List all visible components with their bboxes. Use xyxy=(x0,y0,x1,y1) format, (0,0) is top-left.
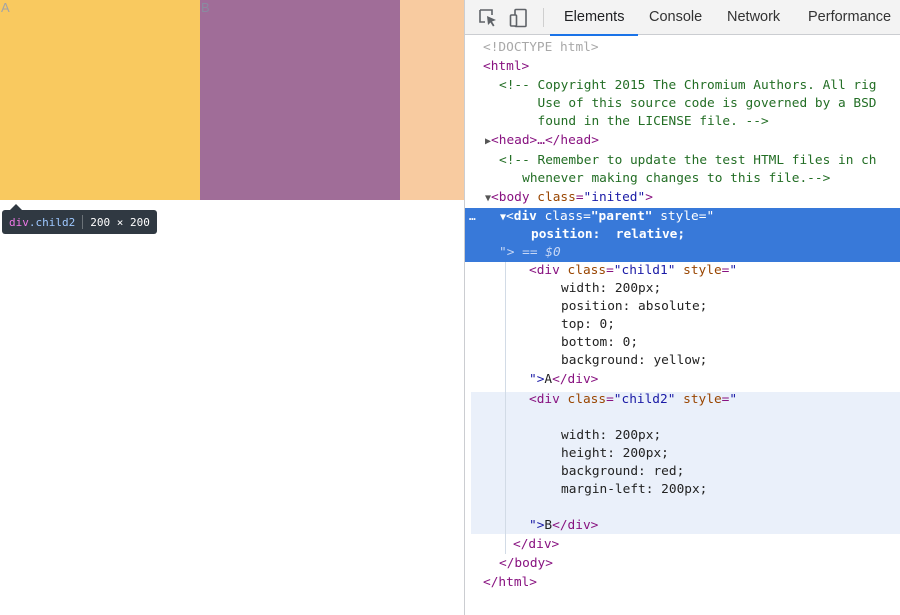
tooltip-divider xyxy=(82,215,84,229)
page-viewport: A B div .child2 200 × 200 xyxy=(0,0,465,615)
tree-comment-remember-2: whenever making changes to this file.--> xyxy=(499,171,831,186)
tree-parent-close: "> == $0 xyxy=(499,245,561,260)
tooltip-arrow xyxy=(10,204,22,210)
more-options-icon[interactable]: … xyxy=(469,208,477,226)
inspect-tooltip: div .child2 200 × 200 xyxy=(2,204,157,234)
child2-box: B xyxy=(200,0,400,200)
tree-doctype[interactable]: <!DOCTYPE html> xyxy=(465,39,900,57)
tree-html-close[interactable]: </html> xyxy=(465,574,900,592)
tree-body-close[interactable]: </body> xyxy=(465,555,900,573)
tree-body-open[interactable]: ▼<body class="inited"> xyxy=(465,189,900,207)
child1-box: A xyxy=(0,0,200,200)
tree-html-open[interactable]: <html> xyxy=(465,58,900,76)
tab-elements[interactable]: Elements xyxy=(549,0,640,36)
tree-parent-close-tag[interactable]: </div> xyxy=(465,536,900,554)
tree-child1-div[interactable]: <div class="child1" style=" xyxy=(465,262,900,280)
toolbar-divider xyxy=(543,8,544,27)
devtools-panel: Elements Console Network Performance <!D… xyxy=(464,0,900,615)
device-toolbar-icon[interactable] xyxy=(508,7,530,29)
tree-comment-copyright-3: found in the LICENSE file. --> xyxy=(499,114,769,129)
tab-console[interactable]: Console xyxy=(649,0,702,35)
tree-child1-css: width: 200px; xyxy=(561,281,662,296)
tree-child1-css: bottom: 0; xyxy=(561,335,639,350)
child1-text: A xyxy=(1,0,10,15)
elements-tree[interactable]: <!DOCTYPE html> <html> <!-- Copyright 20… xyxy=(465,36,900,615)
child2-text: B xyxy=(201,0,210,15)
tooltip-tag: div xyxy=(9,215,29,229)
tree-comment-copyright-2: Use of this source code is governed by a… xyxy=(499,96,877,111)
tree-child2-css: margin-left: 200px; xyxy=(561,482,708,497)
tree-child1-css: top: 0; xyxy=(561,317,615,332)
tree-child1-close: ">A</div> xyxy=(529,372,599,387)
tooltip-class: .child2 xyxy=(28,215,76,229)
tree-parent-css: position: relative; xyxy=(531,227,686,242)
tree-comment-copyright[interactable]: <!-- Copyright 2015 The Chromium Authors… xyxy=(465,77,900,95)
parent-margin-highlight xyxy=(400,0,465,200)
tree-comment-remember[interactable]: <!-- Remember to update the test HTML fi… xyxy=(465,152,900,170)
tree-child2-div[interactable]: <div class="child2" style=" xyxy=(465,391,900,409)
tree-child2-css: width: 200px; xyxy=(561,428,662,443)
tree-child1-css: position: absolute; xyxy=(561,299,708,314)
tree-child2-css: height: 200px; xyxy=(561,446,669,461)
tree-head[interactable]: ▶<head>…</head> xyxy=(465,132,900,150)
tree-child2-close: ">B</div> xyxy=(529,518,599,533)
inspect-element-icon[interactable] xyxy=(477,7,499,29)
tab-performance[interactable]: Performance xyxy=(808,0,891,35)
tree-parent-div[interactable]: …▼<div styleclass="parent" style=" xyxy=(465,208,900,226)
devtools-toolbar: Elements Console Network Performance xyxy=(465,0,900,36)
tree-child1-css: background: yellow; xyxy=(561,353,708,368)
tree-child2-css: background: red; xyxy=(561,464,685,479)
tab-network[interactable]: Network xyxy=(727,0,780,35)
tooltip-dimensions: 200 × 200 xyxy=(90,215,150,229)
